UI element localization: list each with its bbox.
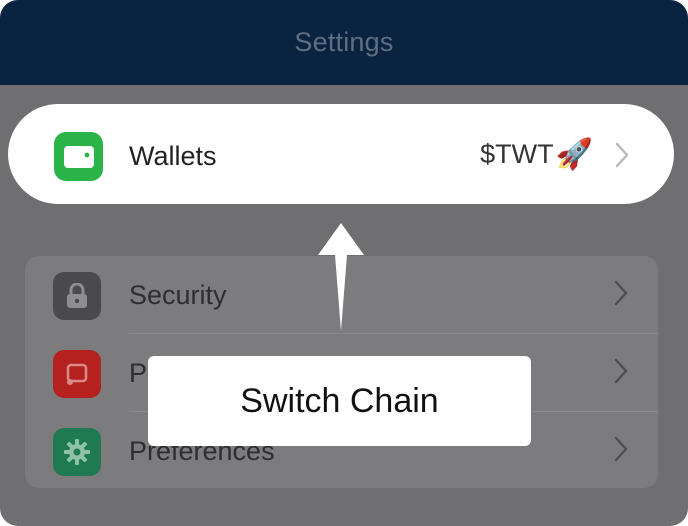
tooltip-text: Switch Chain	[240, 381, 439, 420]
wallet-token-value: $TWT 🚀	[480, 139, 593, 170]
wallet-icon	[54, 132, 103, 181]
tooltip: Switch Chain	[148, 356, 531, 446]
chevron-right-icon	[615, 142, 629, 168]
navigation-header: Settings	[0, 0, 688, 85]
settings-screen: Settings Security P Preferences Wallets …	[0, 0, 688, 526]
page-title: Settings	[294, 27, 394, 57]
token-symbol: $TWT	[480, 139, 554, 169]
chevron-right-icon	[614, 436, 628, 462]
settings-row-wallets[interactable]: Wallets $TWT 🚀	[27, 118, 659, 194]
settings-row-label: Security	[129, 280, 227, 310]
pointer-arrow-icon	[318, 223, 364, 331]
gear-icon	[53, 428, 101, 476]
push-notifications-icon	[53, 350, 101, 398]
rocket-icon: 🚀	[555, 137, 593, 171]
chevron-right-icon	[614, 280, 628, 306]
lock-icon	[53, 272, 101, 320]
wallet-row-label: Wallets	[129, 141, 217, 171]
chevron-right-icon	[614, 358, 628, 384]
settings-row-label: P	[129, 358, 148, 388]
